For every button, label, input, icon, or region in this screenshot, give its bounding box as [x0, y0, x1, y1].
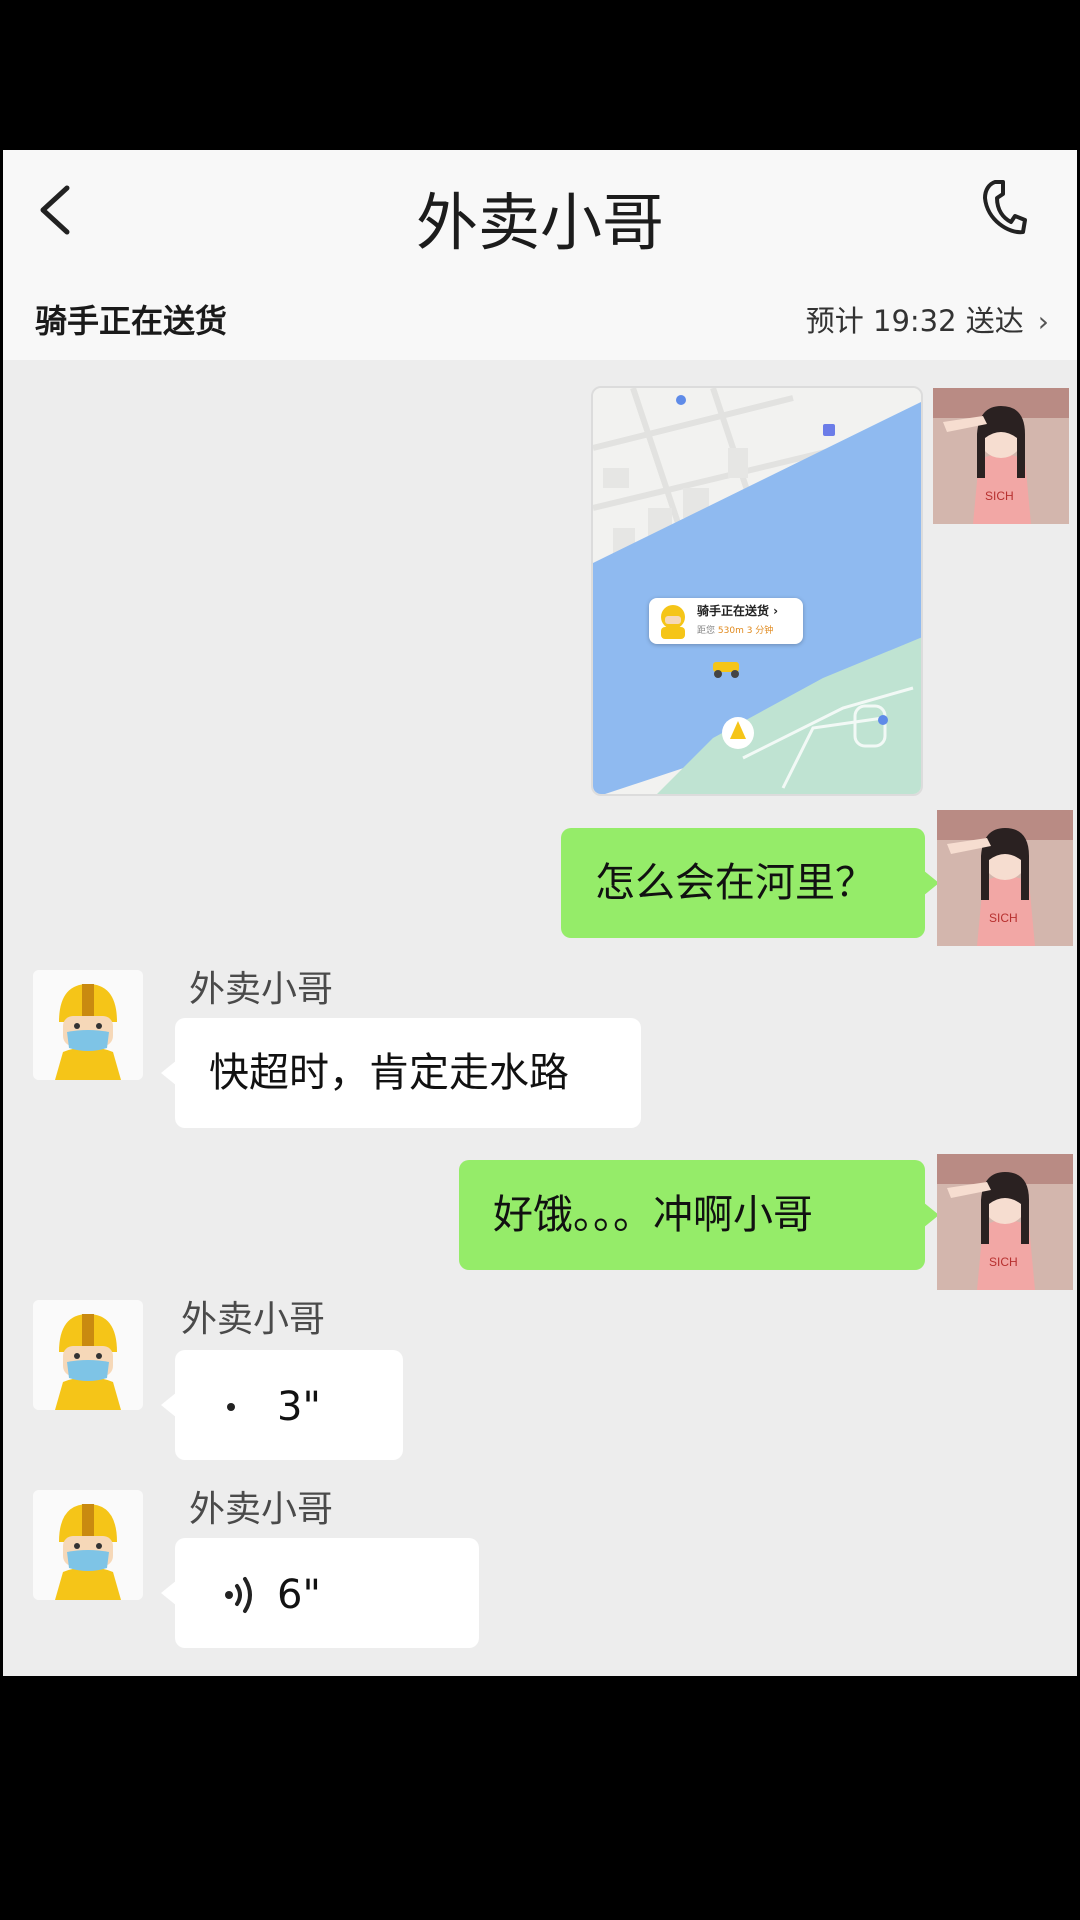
svg-text:SICH: SICH — [985, 489, 1014, 503]
rider-status-card[interactable]: 骑手正在送货 › 距您 530m 3 分钟 — [649, 598, 803, 644]
sender-name: 外卖小哥 — [181, 1299, 326, 1340]
map-image-message[interactable]: 骑手正在送货 › 距您 530m 3 分钟 — [591, 386, 923, 796]
voice-message[interactable]: 6" — [161, 1538, 479, 1648]
girl-avatar-photo: SICH — [937, 1154, 1073, 1290]
sender-name: 外卖小哥 — [189, 1489, 334, 1530]
rider-avatar-icon — [33, 1490, 143, 1600]
girl-avatar-photo: SICH — [937, 810, 1073, 946]
chevron-right-icon: › — [1037, 305, 1049, 338]
avatar[interactable] — [33, 1490, 143, 1600]
delivery-eta[interactable]: 预计 19:32 送达 › — [806, 298, 1049, 340]
distance-prefix: 距您 — [697, 626, 716, 636]
voice-wave-icon — [227, 1403, 235, 1411]
svg-text:SICH: SICH — [989, 1255, 1018, 1269]
rider-icon — [661, 605, 685, 639]
phone-icon[interactable] — [973, 176, 1029, 240]
rider-card-sub: 距您 530m 3 分钟 — [697, 623, 773, 636]
delivery-status: 骑手正在送货 — [35, 302, 228, 340]
sender-name: 外卖小哥 — [189, 969, 334, 1010]
voice-wave-icon — [225, 1577, 252, 1613]
rider-avatar-icon — [33, 1300, 143, 1410]
svg-text:SICH: SICH — [989, 911, 1018, 925]
avatar[interactable]: SICH — [937, 810, 1073, 946]
chat-screen: 外卖小哥 骑手正在送货 预计 19:32 送达 › 骑手正在送货 › 距您 53… — [3, 150, 1077, 1676]
avatar[interactable] — [33, 970, 143, 1080]
chat-title: 外卖小哥 — [415, 186, 664, 259]
voice-message[interactable]: 3" — [161, 1350, 403, 1460]
voice-duration: 3" — [277, 1384, 321, 1430]
time-value: 3 分钟 — [746, 626, 774, 636]
distance-value: 530m — [717, 626, 744, 636]
avatar[interactable]: SICH — [933, 388, 1069, 524]
eta-text: 预计 19:32 送达 — [805, 304, 1024, 338]
avatar[interactable]: SICH — [937, 1154, 1073, 1290]
rider-avatar-icon — [33, 970, 143, 1080]
map-illustration — [593, 388, 921, 794]
chat-header: 外卖小哥 骑手正在送货 预计 19:32 送达 › — [3, 150, 1077, 360]
avatar[interactable] — [33, 1300, 143, 1410]
rider-card-title: 骑手正在送货 › — [697, 604, 779, 618]
message-bubble-me[interactable]: 好饿。。。冲啊小哥 — [459, 1160, 939, 1270]
girl-avatar-photo: SICH — [933, 388, 1069, 524]
message-bubble-them[interactable]: 快超时，肯定走水路 — [161, 1018, 641, 1128]
voice-duration: 6" — [277, 1572, 321, 1618]
message-bubble-me[interactable]: 怎么会在河里？ — [561, 828, 939, 938]
